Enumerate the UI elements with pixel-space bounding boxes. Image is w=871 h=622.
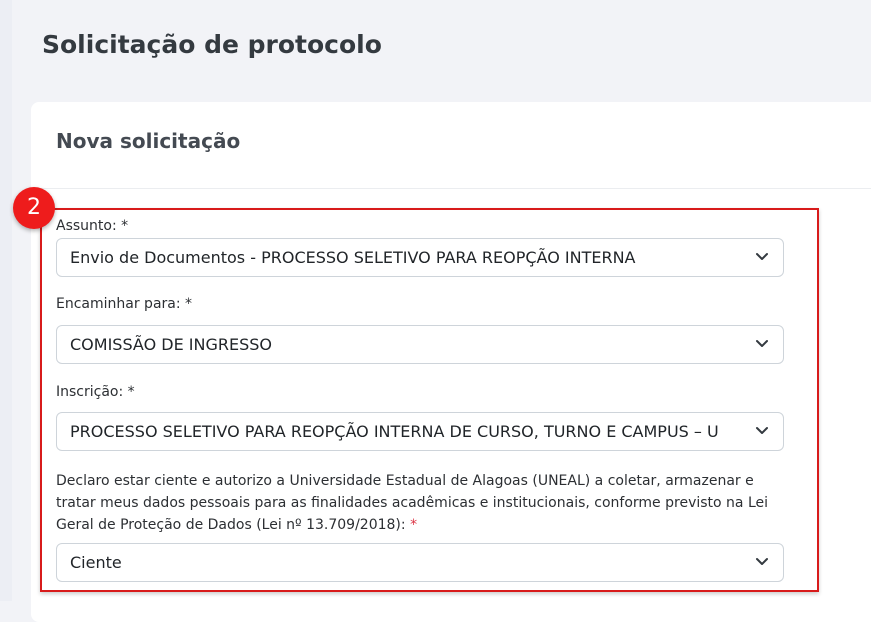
consent-select[interactable]: Ciente [56,543,784,582]
assunto-value: Envio de Documentos - PROCESSO SELETIVO … [70,248,636,267]
consent-label: Declaro estar ciente e autorizo a Univer… [56,470,796,536]
consent-value: Ciente [70,553,122,572]
chevron-down-icon [756,427,768,434]
chevron-down-icon [756,253,768,260]
encaminhar-label: Encaminhar para: * [56,296,193,312]
chevron-down-icon [756,340,768,347]
assunto-label: Assunto: * [56,218,129,234]
inscricao-value: PROCESSO SELETIVO PARA REOPÇÃO INTERNA D… [70,422,719,441]
page-title: Solicitação de protocolo [42,30,382,59]
inscricao-label: Inscrição: * [56,384,135,400]
assunto-select[interactable]: Envio de Documentos - PROCESSO SELETIVO … [56,238,784,277]
step-badge: 2 [13,187,55,229]
encaminhar-select[interactable]: COMISSÃO DE INGRESSO [56,325,784,364]
chevron-down-icon [756,558,768,565]
left-sidebar-edge [0,0,12,601]
inscricao-select[interactable]: PROCESSO SELETIVO PARA REOPÇÃO INTERNA D… [56,412,784,451]
card-header: Nova solicitação [31,102,871,189]
encaminhar-value: COMISSÃO DE INGRESSO [70,335,272,354]
card-title: Nova solicitação [56,129,241,153]
required-mark: * [410,517,418,533]
